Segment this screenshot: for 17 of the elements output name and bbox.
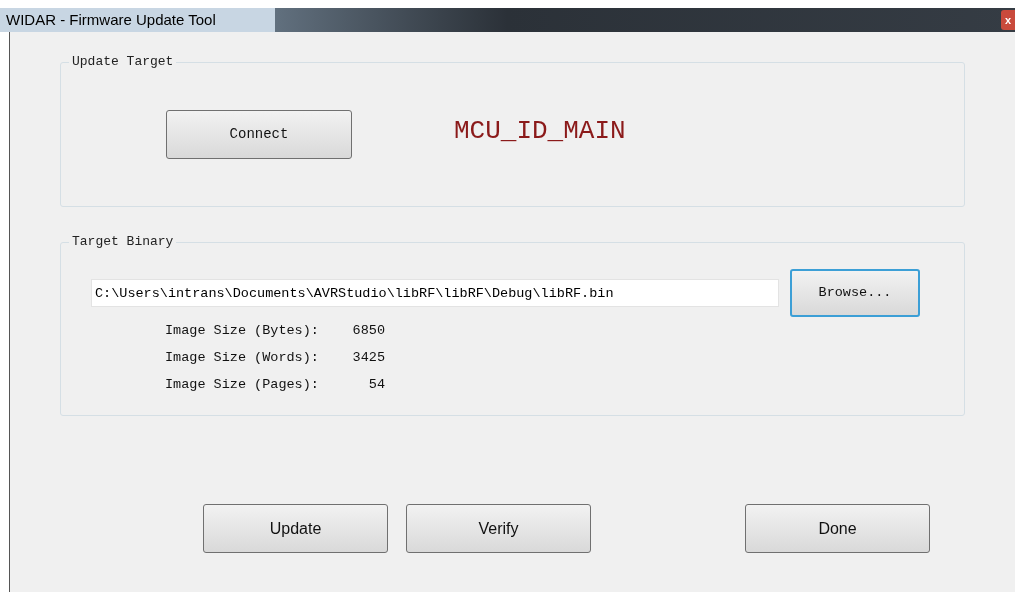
- stat-value: 3425: [351, 349, 385, 367]
- path-field[interactable]: C:\Users\intrans\Documents\AVRStudio\libRF\libRF\Debug\libRF.bin: [91, 279, 779, 307]
- group-label: Target Binary: [69, 234, 177, 250]
- stat-value: 54: [367, 376, 385, 394]
- stat-value: 6850: [351, 322, 385, 340]
- stat-label: Image Size (Bytes):: [165, 322, 320, 340]
- stat-label: Image Size (Pages):: [165, 376, 320, 394]
- browse-button[interactable]: Browse...: [790, 269, 920, 317]
- target-id: MCU_ID_MAIN: [454, 115, 626, 148]
- group-label: Update Target: [69, 54, 177, 70]
- action-button[interactable]: Done: [745, 504, 930, 553]
- connect-button[interactable]: Connect: [166, 110, 352, 159]
- action-button[interactable]: Verify: [406, 504, 591, 553]
- action-button[interactable]: Update: [203, 504, 388, 553]
- window-title: WIDAR - Firmware Update Tool: [0, 8, 275, 32]
- close-button[interactable]: x: [1001, 10, 1015, 30]
- stat-label: Image Size (Words):: [165, 349, 320, 367]
